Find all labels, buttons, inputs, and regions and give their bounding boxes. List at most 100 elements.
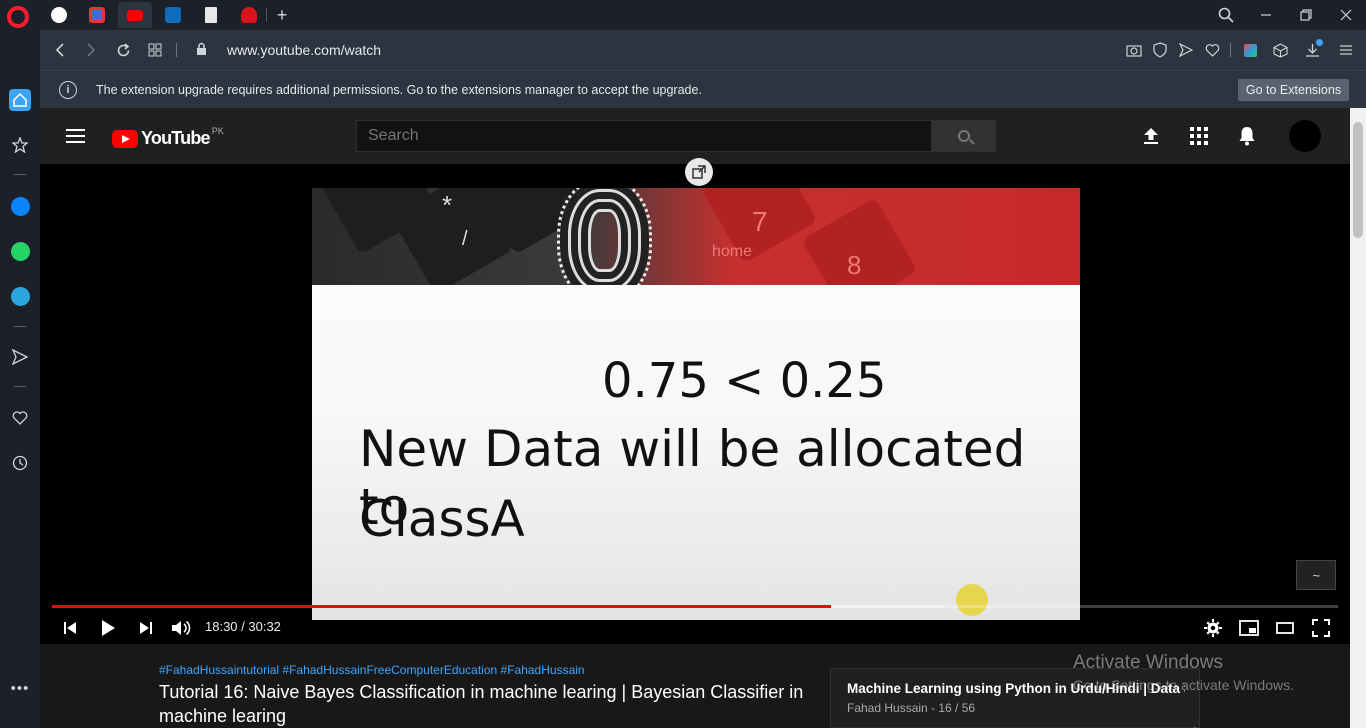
previous-button[interactable] [58,616,82,640]
sidebar-whatsapp[interactable] [9,240,31,262]
address-separator [1230,43,1231,57]
notifications-button[interactable] [1235,124,1259,148]
sidebar-separator [14,174,26,175]
time-display: 18:30 / 30:32 [205,619,281,634]
next-button[interactable] [134,616,158,640]
bookmarks-icon [12,137,28,153]
fingerprint-image [557,188,652,285]
tab-document[interactable] [194,2,228,28]
close-button[interactable] [1334,4,1358,26]
tabs-overview-button[interactable] [144,39,166,61]
upload-icon [1144,128,1158,144]
tab-calendar[interactable] [80,2,114,28]
new-tab-button[interactable]: + [265,2,299,28]
youtube-logo[interactable]: YouTube PK [112,126,224,149]
miniplayer-button[interactable] [1237,616,1261,640]
address-bar: www.youtube.com/watch [40,30,1366,70]
forward-button[interactable] [80,39,102,61]
sidebar-home[interactable] [9,89,31,111]
search-input[interactable] [356,120,932,152]
sidebar-my-favorites[interactable] [9,407,31,429]
sidebar-flow[interactable] [9,346,31,368]
tab-outlook[interactable] [156,2,190,28]
miniplayer-icon [1239,620,1259,636]
sidebar-telegram[interactable] [9,285,31,307]
youtube-header: YouTube PK [40,108,1350,164]
scrollbar-thumb[interactable] [1353,122,1363,238]
adblock-button[interactable] [1150,40,1170,60]
opera-logo-icon[interactable] [7,6,29,28]
sidebar-messenger[interactable] [9,195,31,217]
slide-keyboard-banner: * / 7 home 8 [312,188,1080,285]
reload-button[interactable] [112,39,134,61]
history-icon [12,455,28,471]
close-icon [1340,9,1352,21]
tab-search-button[interactable] [1214,4,1238,26]
sidebar-separator [14,386,26,387]
browser-tab-strip: + [0,0,1366,30]
outlook-icon [165,7,181,23]
grid-icon [148,43,162,57]
activate-windows-subtitle: Go to Settings to activate Windows. [1073,677,1294,693]
skip-next-icon [140,622,152,634]
sidebar-history[interactable] [9,452,31,474]
go-to-extensions-button[interactable]: Go to Extensions [1238,79,1349,101]
fullscreen-icon [1312,619,1330,637]
tab-youtube[interactable] [118,2,152,28]
gear-icon [1204,619,1222,637]
extension-button[interactable] [1240,40,1260,60]
chevron-up-icon[interactable]: ︿ [1187,713,1203,728]
settings-button[interactable] [1201,616,1225,640]
sidebar-bookmarks[interactable] [9,134,31,156]
telegram-icon [10,286,30,306]
avatar[interactable] [1289,120,1321,152]
heart-icon [12,411,28,425]
url-text[interactable]: www.youtube.com/watch [227,42,381,58]
info-icon: i [59,81,77,99]
mute-button[interactable] [169,616,193,640]
slide-comparison-text: 0.75 < 0.25 [602,353,887,409]
heart-outline-icon [1205,44,1219,57]
downloads-button[interactable] [1302,39,1323,60]
page-scrollbar[interactable] [1350,108,1366,728]
volume-icon [172,620,191,636]
video-player[interactable]: * / 7 home 8 0.75 < 0.25 New Data will b… [40,158,1350,644]
search-button[interactable] [931,120,996,152]
progress-bar[interactable] [52,605,1338,608]
google-calendar-icon [89,7,105,23]
tab-huawei[interactable] [232,2,266,28]
mouse-cursor-highlight [956,584,988,616]
channel-watermark-logo[interactable]: ~ [1296,560,1336,590]
video-frame[interactable]: * / 7 home 8 0.75 < 0.25 New Data will b… [312,188,1080,620]
lock-icon[interactable] [196,42,207,56]
extension-notice-text: The extension upgrade requires additiona… [96,83,702,97]
send-to-flow-button[interactable] [1176,40,1196,60]
sidebar-more[interactable]: ••• [9,677,31,699]
fullscreen-button[interactable] [1309,616,1333,640]
snapshot-button[interactable] [1124,40,1144,60]
search-icon [1218,7,1234,23]
back-button[interactable] [49,39,71,61]
key-label: / [462,228,468,250]
video-hashtags[interactable]: #FahadHussaintutorial #FahadHussainFreeC… [159,663,585,677]
play-button[interactable] [96,616,120,640]
theater-mode-button[interactable] [1273,616,1297,640]
skip-previous-icon [64,622,76,634]
menu-icon[interactable] [66,129,85,147]
miniplayer-overlay-button[interactable] [685,158,713,186]
minimize-button[interactable] [1254,4,1278,26]
whatsapp-icon [10,241,30,261]
slide-class-text: ClassA [359,490,525,548]
restore-button[interactable] [1294,4,1318,26]
shield-icon [1153,42,1167,58]
tab-github[interactable] [42,2,76,28]
messenger-icon [10,196,30,216]
apps-button[interactable] [1187,124,1211,148]
extensions-button[interactable] [1270,40,1290,60]
key-label: home [712,243,753,260]
easy-setup-button[interactable] [1336,40,1356,60]
upload-button[interactable] [1139,124,1163,148]
add-to-favorites-button[interactable] [1202,40,1222,60]
opera-sidebar: ••• [0,30,40,728]
download-badge-icon [1316,39,1323,46]
